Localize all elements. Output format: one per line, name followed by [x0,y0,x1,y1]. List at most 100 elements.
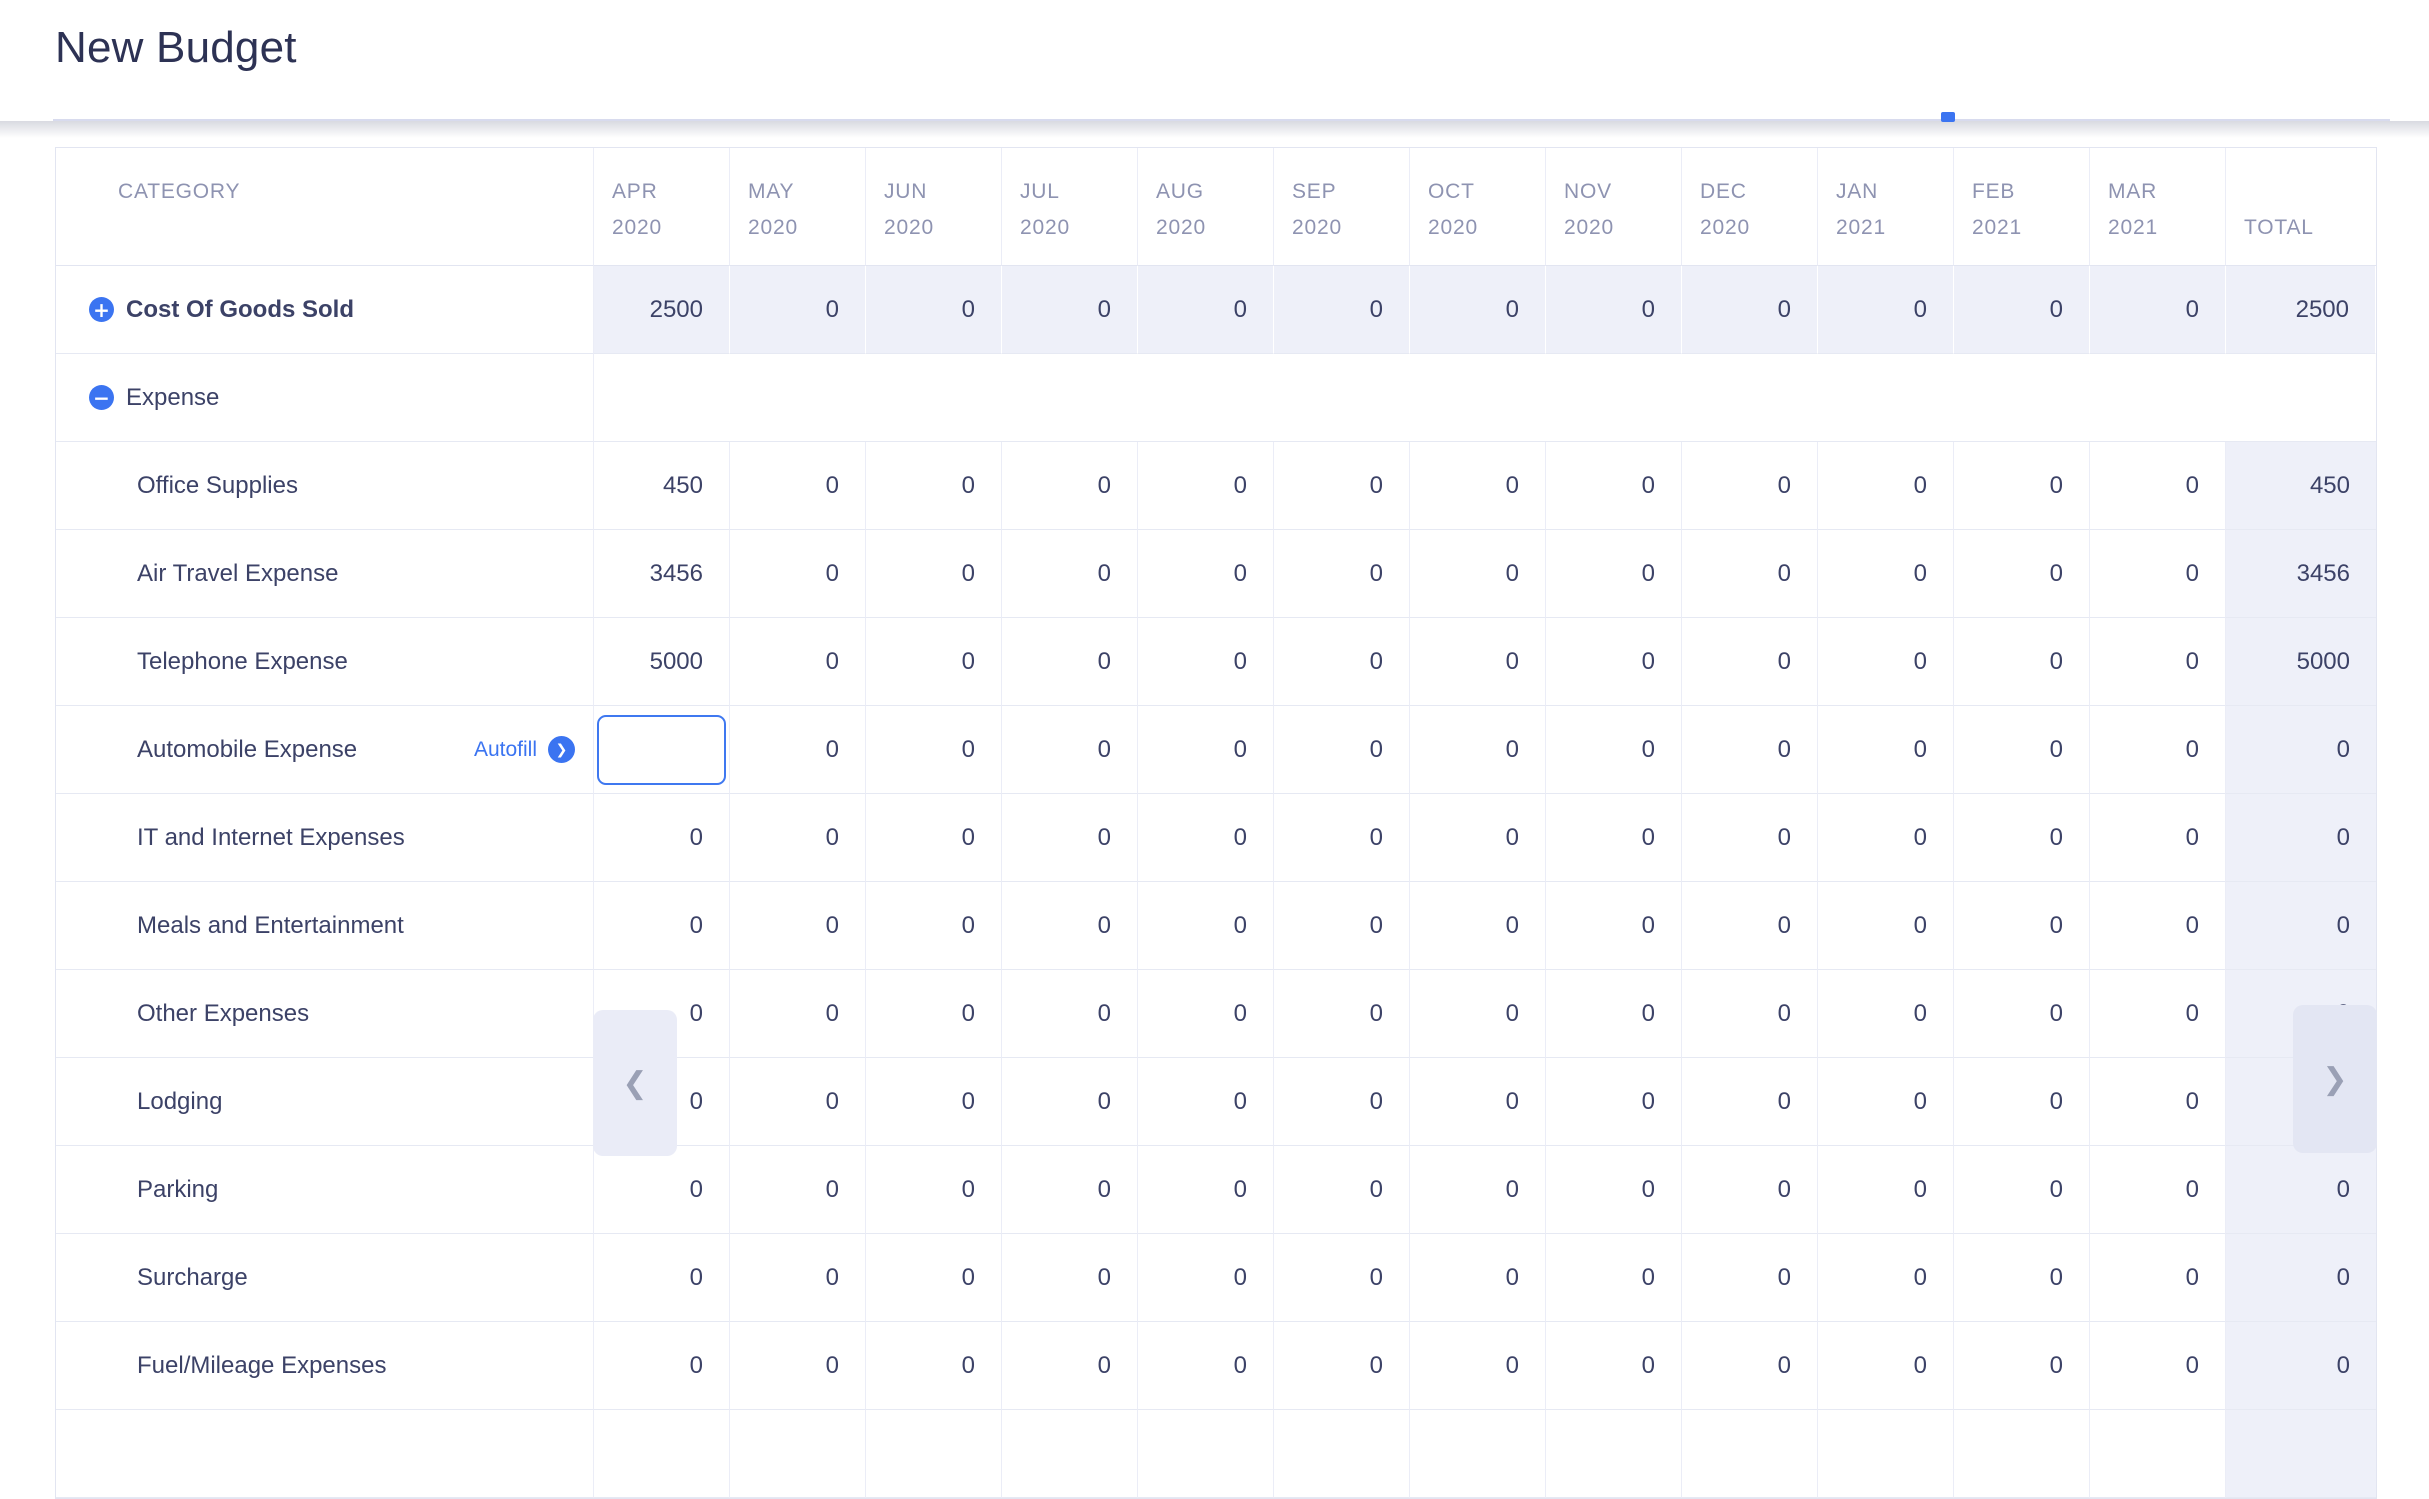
value-cell[interactable] [1954,1410,2090,1498]
amount-input[interactable] [597,715,726,785]
value-cell[interactable]: 0 [1682,970,1818,1058]
value-cell[interactable]: 0 [2090,970,2226,1058]
value-cell[interactable] [866,1410,1002,1498]
value-cell[interactable]: 0 [1138,882,1274,970]
value-cell[interactable]: 0 [866,442,1002,530]
value-cell[interactable]: 0 [1682,1322,1818,1410]
value-cell[interactable]: 0 [1274,266,1410,354]
value-cell[interactable]: 0 [2090,266,2226,354]
value-cell[interactable]: 0 [2090,618,2226,706]
value-cell[interactable]: 0 [1410,882,1546,970]
value-cell[interactable]: 0 [866,1322,1002,1410]
value-cell[interactable]: 0 [1410,618,1546,706]
value-cell[interactable]: 0 [730,706,866,794]
value-cell[interactable]: 0 [1138,618,1274,706]
value-cell[interactable]: 0 [594,1234,730,1322]
value-cell[interactable]: 0 [730,442,866,530]
value-cell[interactable]: 0 [866,530,1002,618]
value-cell[interactable]: 0 [866,618,1002,706]
value-cell[interactable]: 0 [730,1234,866,1322]
value-cell[interactable]: 0 [1274,618,1410,706]
value-cell[interactable]: 0 [866,266,1002,354]
value-cell[interactable]: 5000 [594,618,730,706]
value-cell[interactable] [1002,1410,1138,1498]
value-cell[interactable]: 0 [1682,1058,1818,1146]
value-cell[interactable]: 0 [1410,1146,1546,1234]
value-cell[interactable]: 0 [1546,1234,1682,1322]
value-cell[interactable] [2090,1410,2226,1498]
value-cell[interactable]: 0 [1954,706,2090,794]
value-cell[interactable]: 0 [1138,970,1274,1058]
value-cell[interactable]: 0 [1818,706,1954,794]
value-cell[interactable]: 0 [1546,794,1682,882]
value-cell[interactable]: 0 [1954,882,2090,970]
value-cell[interactable]: 0 [1138,530,1274,618]
value-cell[interactable]: 0 [866,1058,1002,1146]
value-cell[interactable]: 0 [1410,266,1546,354]
value-cell[interactable]: 0 [1002,706,1138,794]
value-cell[interactable]: 0 [1818,1322,1954,1410]
value-cell[interactable]: 0 [1002,530,1138,618]
value-cell[interactable]: 0 [1002,1146,1138,1234]
value-cell[interactable]: 0 [1546,1146,1682,1234]
value-cell[interactable]: 0 [1682,266,1818,354]
value-cell[interactable]: 0 [2090,882,2226,970]
autofill-button[interactable]: Autofill❯ [474,736,593,763]
value-cell[interactable]: 0 [1682,1234,1818,1322]
value-cell[interactable]: 0 [730,530,866,618]
value-cell[interactable]: 2500 [594,266,730,354]
value-cell[interactable] [1818,1410,1954,1498]
value-cell[interactable]: 0 [1274,706,1410,794]
collapse-icon[interactable]: − [89,385,114,410]
value-cell[interactable]: 0 [1274,970,1410,1058]
value-cell[interactable]: 0 [1682,618,1818,706]
value-cell[interactable]: 0 [1546,706,1682,794]
value-cell[interactable]: 0 [1138,706,1274,794]
value-cell[interactable]: 0 [1002,882,1138,970]
value-cell[interactable]: 0 [1682,1146,1818,1234]
value-cell[interactable]: 0 [1818,1234,1954,1322]
value-cell[interactable]: 0 [1954,1234,2090,1322]
value-cell[interactable]: 0 [1138,1058,1274,1146]
value-cell[interactable]: 0 [1546,882,1682,970]
value-cell[interactable]: 0 [1002,1058,1138,1146]
value-cell[interactable]: 0 [1274,442,1410,530]
value-cell[interactable]: 0 [2090,794,2226,882]
value-cell[interactable]: 0 [1138,1322,1274,1410]
value-cell[interactable]: 0 [1274,1322,1410,1410]
value-cell[interactable]: 0 [1002,1234,1138,1322]
value-cell[interactable]: 0 [1138,1234,1274,1322]
value-cell[interactable]: 0 [1274,530,1410,618]
value-cell[interactable]: 0 [1138,1146,1274,1234]
value-cell[interactable]: 0 [1410,794,1546,882]
value-cell[interactable]: 0 [1410,442,1546,530]
value-cell[interactable]: 0 [866,970,1002,1058]
value-cell[interactable]: 0 [1682,706,1818,794]
value-cell[interactable]: 0 [1818,618,1954,706]
value-cell[interactable]: 0 [594,1322,730,1410]
value-cell[interactable]: 0 [1818,266,1954,354]
value-cell[interactable]: 0 [1818,442,1954,530]
value-cell[interactable]: 0 [1546,618,1682,706]
value-cell[interactable]: 0 [1682,794,1818,882]
value-cell[interactable]: 0 [730,882,866,970]
value-cell[interactable] [1410,1410,1546,1498]
value-cell[interactable]: 0 [866,706,1002,794]
value-cell[interactable] [1138,1410,1274,1498]
scroll-right-button[interactable]: ❯ [2293,1005,2377,1153]
value-cell[interactable]: 0 [1546,442,1682,530]
value-cell[interactable]: 0 [730,618,866,706]
value-cell[interactable]: 3456 [594,530,730,618]
value-cell[interactable]: 0 [1002,266,1138,354]
value-cell[interactable]: 0 [1682,882,1818,970]
value-cell[interactable]: 0 [1954,1322,2090,1410]
value-cell[interactable]: 0 [730,794,866,882]
value-cell[interactable] [730,1410,866,1498]
value-cell[interactable]: 0 [730,970,866,1058]
value-cell[interactable]: 0 [866,1146,1002,1234]
value-cell[interactable]: 0 [1002,1322,1138,1410]
value-cell[interactable]: 0 [1818,1058,1954,1146]
value-cell[interactable]: 0 [1138,266,1274,354]
value-cell[interactable]: 0 [1274,1146,1410,1234]
value-cell[interactable]: 0 [1682,530,1818,618]
